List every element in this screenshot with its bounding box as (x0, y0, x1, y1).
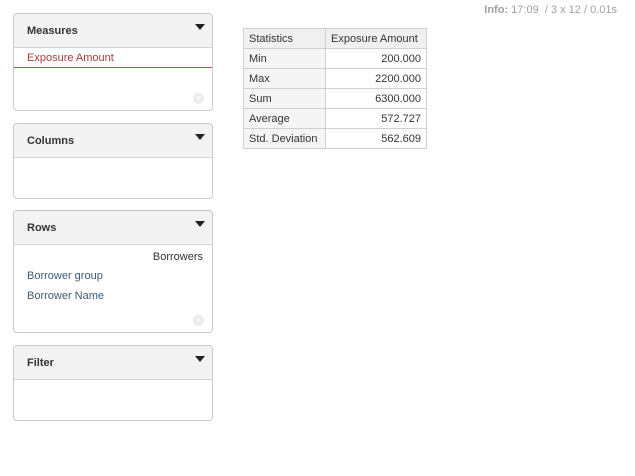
row-label: Average (243, 108, 326, 129)
columns-title: Columns (27, 135, 75, 147)
rows-hierarchy-label: Borrowers (152, 251, 203, 263)
filter-panel: Filter (13, 345, 213, 421)
rows-item-borrower-group[interactable]: Borrower group (27, 270, 103, 282)
info-time: 17:09 (511, 4, 539, 16)
table-row: Average 572.727 (243, 108, 427, 129)
columns-panel: Columns (13, 123, 213, 199)
remove-circle-icon[interactable]: × (193, 315, 204, 326)
measures-title: Measures (27, 25, 78, 37)
cell-value: 562.609 (325, 128, 427, 149)
rows-header[interactable]: Rows (14, 211, 212, 245)
row-label: Std. Deviation (243, 128, 326, 149)
row-label: Sum (243, 88, 326, 109)
info-duration: 0.01s (590, 4, 617, 16)
rows-item-borrower-name[interactable]: Borrower Name (27, 290, 104, 302)
row-label: Max (243, 68, 326, 89)
query-info: Info: 17:09 / 3 x 12 / 0.01s (484, 4, 617, 16)
measure-item[interactable]: Exposure Amount (14, 48, 212, 68)
statistics-table: Statistics Exposure Amount Min 200.000 M… (243, 28, 427, 149)
row-label: Min (243, 48, 326, 69)
cell-value: 200.000 (325, 48, 427, 69)
caret-down-icon[interactable] (195, 134, 205, 140)
filter-title: Filter (27, 357, 54, 369)
cell-value: 6300.000 (325, 88, 427, 109)
column-header-exposure-amount[interactable]: Exposure Amount (325, 28, 427, 49)
filter-header[interactable]: Filter (14, 346, 212, 380)
table-row: Sum 6300.000 (243, 88, 427, 109)
caret-down-icon[interactable] (195, 221, 205, 227)
column-header-statistics[interactable]: Statistics (243, 28, 326, 49)
info-label: Info: (484, 4, 509, 16)
caret-down-icon[interactable] (195, 24, 205, 30)
rows-title: Rows (27, 222, 57, 234)
columns-header[interactable]: Columns (14, 124, 212, 158)
measures-panel: Measures Exposure Amount × (13, 13, 213, 111)
cell-value: 572.727 (325, 108, 427, 129)
remove-circle-icon[interactable]: × (193, 93, 204, 104)
measures-header[interactable]: Measures (14, 14, 212, 48)
measure-item-label: Exposure Amount (27, 52, 114, 64)
rows-panel: Rows Borrowers Borrower group Borrower N… (13, 210, 213, 333)
info-dimensions: 3 x 12 (550, 4, 581, 16)
cell-value: 2200.000 (325, 68, 427, 89)
table-row: Min 200.000 (243, 48, 427, 69)
caret-down-icon[interactable] (195, 356, 205, 362)
table-row: Std. Deviation 562.609 (243, 128, 427, 149)
table-row: Max 2200.000 (243, 68, 427, 89)
table-header-row: Statistics Exposure Amount (243, 28, 427, 49)
